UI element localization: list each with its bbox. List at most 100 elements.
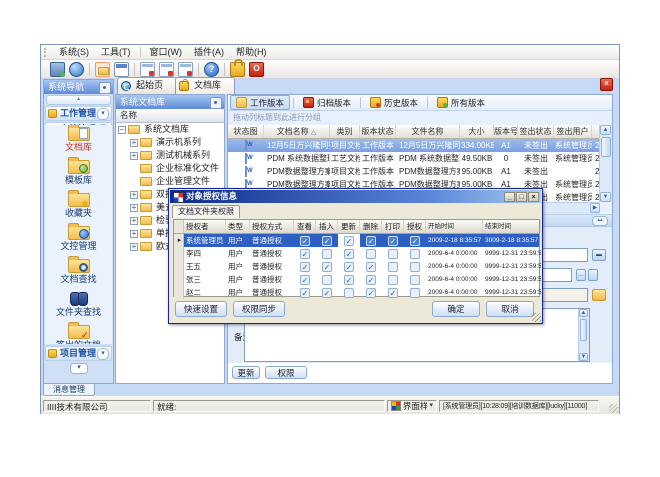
permission-row[interactable]: 李四 用户 普通授权 2009-6-4 0:00:00 9999-12-31 2… (174, 247, 539, 260)
scrollbar-thumb[interactable] (580, 319, 587, 341)
sidebar-item[interactable]: 文控管理 (45, 226, 112, 257)
picker-button[interactable] (588, 269, 598, 281)
expand-icon[interactable] (130, 191, 138, 199)
folder-icon[interactable] (592, 289, 606, 301)
tab-all-version[interactable]: 所有版本 (431, 95, 491, 110)
delete-checkbox[interactable] (366, 262, 376, 272)
column-file-name[interactable]: 文件名称 (396, 125, 460, 138)
dialog-title-bar[interactable]: 对象授权信息 _ □ × (170, 190, 541, 203)
menu-plugin[interactable]: 插件(A) (188, 45, 230, 59)
sidebar-item[interactable]: 文件夹查找 (45, 292, 112, 323)
column-update[interactable]: 更新 (338, 220, 360, 233)
column-size[interactable]: 大小 (460, 125, 494, 138)
menu-window[interactable]: 窗口(W) (144, 45, 189, 59)
menu-help[interactable]: 帮助(H) (230, 45, 273, 59)
view-checkbox[interactable] (300, 236, 310, 246)
sidebar-item[interactable]: 签出的文档 (45, 325, 112, 344)
column-print[interactable]: 打印 (382, 220, 404, 233)
globe-icon[interactable] (69, 62, 84, 77)
print-checkbox[interactable] (388, 275, 398, 285)
minimize-icon[interactable]: _ (504, 192, 515, 202)
update-checkbox[interactable] (344, 288, 354, 298)
tree-node[interactable]: 演示机系列 (116, 136, 224, 149)
close-icon[interactable]: × (528, 192, 539, 202)
scrollbar-thumb[interactable] (601, 137, 611, 157)
window-date-icon[interactable] (159, 62, 174, 77)
permission-button[interactable]: 权限 (265, 366, 307, 379)
window-doc-icon[interactable] (140, 62, 155, 77)
update-checkbox[interactable] (344, 275, 354, 285)
ui-style-selector[interactable]: 界面样式 ▾ (387, 400, 437, 412)
update-button[interactable]: 更新 (232, 366, 260, 379)
sidebar-item[interactable]: 文档查找 (45, 259, 112, 290)
pin-icon[interactable] (210, 97, 222, 109)
collapse-icon[interactable]: ▴▴ (592, 216, 608, 226)
tree-node[interactable]: 测试机械系列 (116, 149, 224, 162)
resize-grip[interactable] (609, 404, 618, 413)
scroll-up-icon[interactable]: ▲ (579, 309, 588, 317)
permission-row[interactable]: ▸ 系统管理员 用户 普通授权 2009-2-18 8:35:57 3009-2… (174, 234, 539, 247)
maximize-icon[interactable]: □ (516, 192, 527, 202)
expand-icon[interactable] (130, 243, 138, 251)
chevron-down-icon[interactable]: ▾ (97, 108, 109, 120)
chevron-down-icon[interactable]: ▾ (97, 348, 109, 360)
delete-checkbox[interactable] (366, 275, 376, 285)
computer-icon[interactable] (114, 62, 129, 77)
column-delete[interactable]: 删除 (360, 220, 382, 233)
insert-checkbox[interactable] (322, 262, 332, 272)
monitor-sync-icon[interactable] (50, 62, 65, 77)
scroll-down-icon[interactable]: ▼ (600, 192, 611, 202)
print-checkbox[interactable] (388, 262, 398, 272)
authorize-checkbox[interactable] (410, 262, 420, 272)
view-checkbox[interactable] (300, 288, 310, 298)
expand-icon[interactable] (130, 230, 138, 238)
permission-row[interactable]: 王五 用户 普通授权 2009-6-4 0:00:00 9999-12-31 2… (174, 260, 539, 273)
print-checkbox[interactable] (388, 249, 398, 259)
close-icon[interactable]: × (600, 78, 613, 91)
view-checkbox[interactable] (300, 262, 310, 272)
column-doc-name[interactable]: 文档名称 △ (264, 125, 330, 138)
sidebar-item[interactable]: 文档库 (45, 127, 112, 158)
update-checkbox[interactable] (344, 262, 354, 272)
print-checkbox[interactable] (388, 236, 398, 246)
column-insert[interactable]: 插入 (316, 220, 338, 233)
ellipsis-button[interactable]: ▬ (592, 249, 606, 261)
sidebar-section-work[interactable]: 工作管理 ▾ (45, 106, 112, 121)
sidebar-item[interactable]: 模板库 (45, 160, 112, 191)
table-row[interactable]: PDM 系统数据整理检... 工艺文档 工作版本 PDM 系统数据整理... 4… (228, 152, 600, 165)
tab-history-version[interactable]: 历史版本 (364, 95, 424, 110)
delete-checkbox[interactable] (366, 249, 376, 259)
scroll-up-icon[interactable]: ▲ (600, 125, 611, 135)
authorize-checkbox[interactable] (410, 275, 420, 285)
view-checkbox[interactable] (300, 275, 310, 285)
open-folder-icon[interactable] (95, 62, 110, 77)
update-checkbox[interactable] (344, 249, 354, 259)
table-row[interactable]: PDM数据整理方案.doc 项目文档 工作版本 PDM数据整理方案.doc 95… (228, 165, 600, 178)
tree-root[interactable]: 系统文档库 (116, 123, 224, 136)
resize-grip[interactable] (532, 313, 541, 322)
tab-folder-permissions[interactable]: 文档文件夹权限 (172, 205, 240, 218)
insert-checkbox[interactable] (322, 249, 332, 259)
print-checkbox[interactable] (388, 288, 398, 298)
menu-system[interactable]: 系统(S) (53, 45, 95, 59)
collapse-icon[interactable] (118, 126, 126, 134)
vertical-scrollbar[interactable]: ▲ ▼ (599, 125, 612, 202)
column-checkout-status[interactable]: 签出状态 (518, 125, 554, 138)
expand-icon[interactable] (130, 139, 138, 147)
cancel-button[interactable]: 取消 (486, 301, 534, 317)
delete-checkbox[interactable] (366, 236, 376, 246)
authorize-checkbox[interactable] (410, 249, 420, 259)
tab-start-page[interactable]: 起始页 (117, 77, 177, 94)
column-auth-mode[interactable]: 授权方式 (250, 220, 294, 233)
tree-node[interactable]: 企业管理文件 (116, 175, 224, 188)
ellipsis-button[interactable]: … (576, 269, 586, 281)
view-checkbox[interactable] (300, 249, 310, 259)
column-status-icon[interactable]: 状态图 (228, 125, 264, 138)
permission-row[interactable]: 赵二 用户 普通授权 2009-6-4 0:00:00 9999-12-31 2… (174, 286, 539, 299)
sidebar-item[interactable]: 收藏夹 (45, 193, 112, 224)
column-category[interactable]: 类别 (330, 125, 360, 138)
expand-icon[interactable] (130, 152, 138, 160)
expand-icon[interactable] (130, 204, 138, 212)
message-management-tab[interactable]: 消息管理 (43, 384, 95, 396)
quick-setup-button[interactable]: 快速设置 (175, 301, 227, 317)
